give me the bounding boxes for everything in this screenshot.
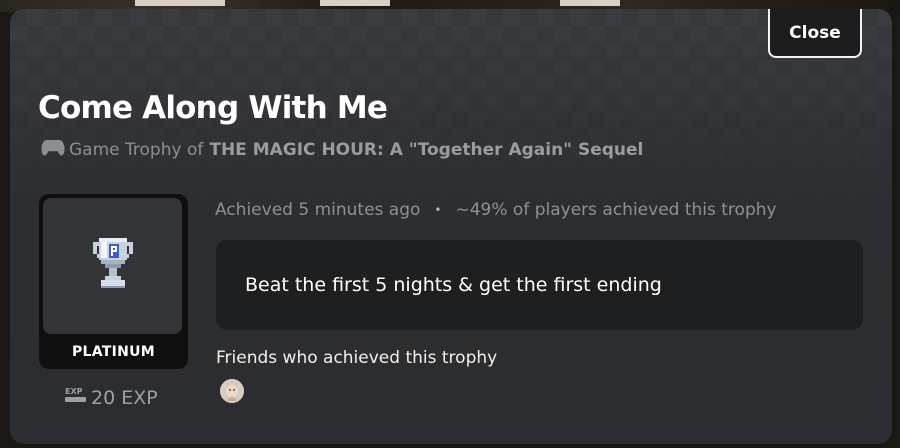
svg-text:EXP: EXP	[65, 387, 83, 396]
exp-badge-icon: EXP	[64, 386, 91, 409]
subtitle-prefix: Game Trophy of	[69, 139, 204, 160]
friends-heading: Friends who achieved this trophy	[216, 348, 498, 368]
rarity-text: ~49% of players achieved this trophy	[455, 200, 777, 220]
background-highlight	[320, 0, 390, 6]
game-name: THE MAGIC HOUR: A "Together Again" Seque…	[209, 139, 644, 160]
meta-separator: •	[434, 203, 442, 217]
close-button[interactable]: Close	[768, 9, 862, 58]
exp-reward: EXP 20 EXP	[64, 386, 158, 409]
exp-value: 20 EXP	[91, 386, 158, 409]
background-highlight	[135, 0, 225, 6]
trophy-dialog: Close Come Along With Me Game Trophy of …	[10, 9, 892, 444]
gamepad-icon	[41, 137, 69, 162]
trophy-description: Beat the first 5 nights & get the first …	[216, 240, 863, 330]
description-text: Beat the first 5 nights & get the first …	[245, 274, 662, 296]
friend-avatar[interactable]	[220, 379, 244, 403]
trophy-image	[43, 198, 182, 334]
background-highlight	[560, 0, 620, 6]
achieved-time: Achieved 5 minutes ago	[215, 200, 421, 220]
trophy-card: PLATINUM	[39, 194, 188, 369]
trophy-cup-icon	[92, 236, 133, 296]
trophy-rank: PLATINUM	[71, 344, 156, 360]
achievement-meta: Achieved 5 minutes ago • ~49% of players…	[215, 200, 777, 220]
trophy-subtitle: Game Trophy of THE MAGIC HOUR: A "Togeth…	[41, 137, 643, 162]
trophy-title: Come Along With Me	[38, 90, 388, 126]
